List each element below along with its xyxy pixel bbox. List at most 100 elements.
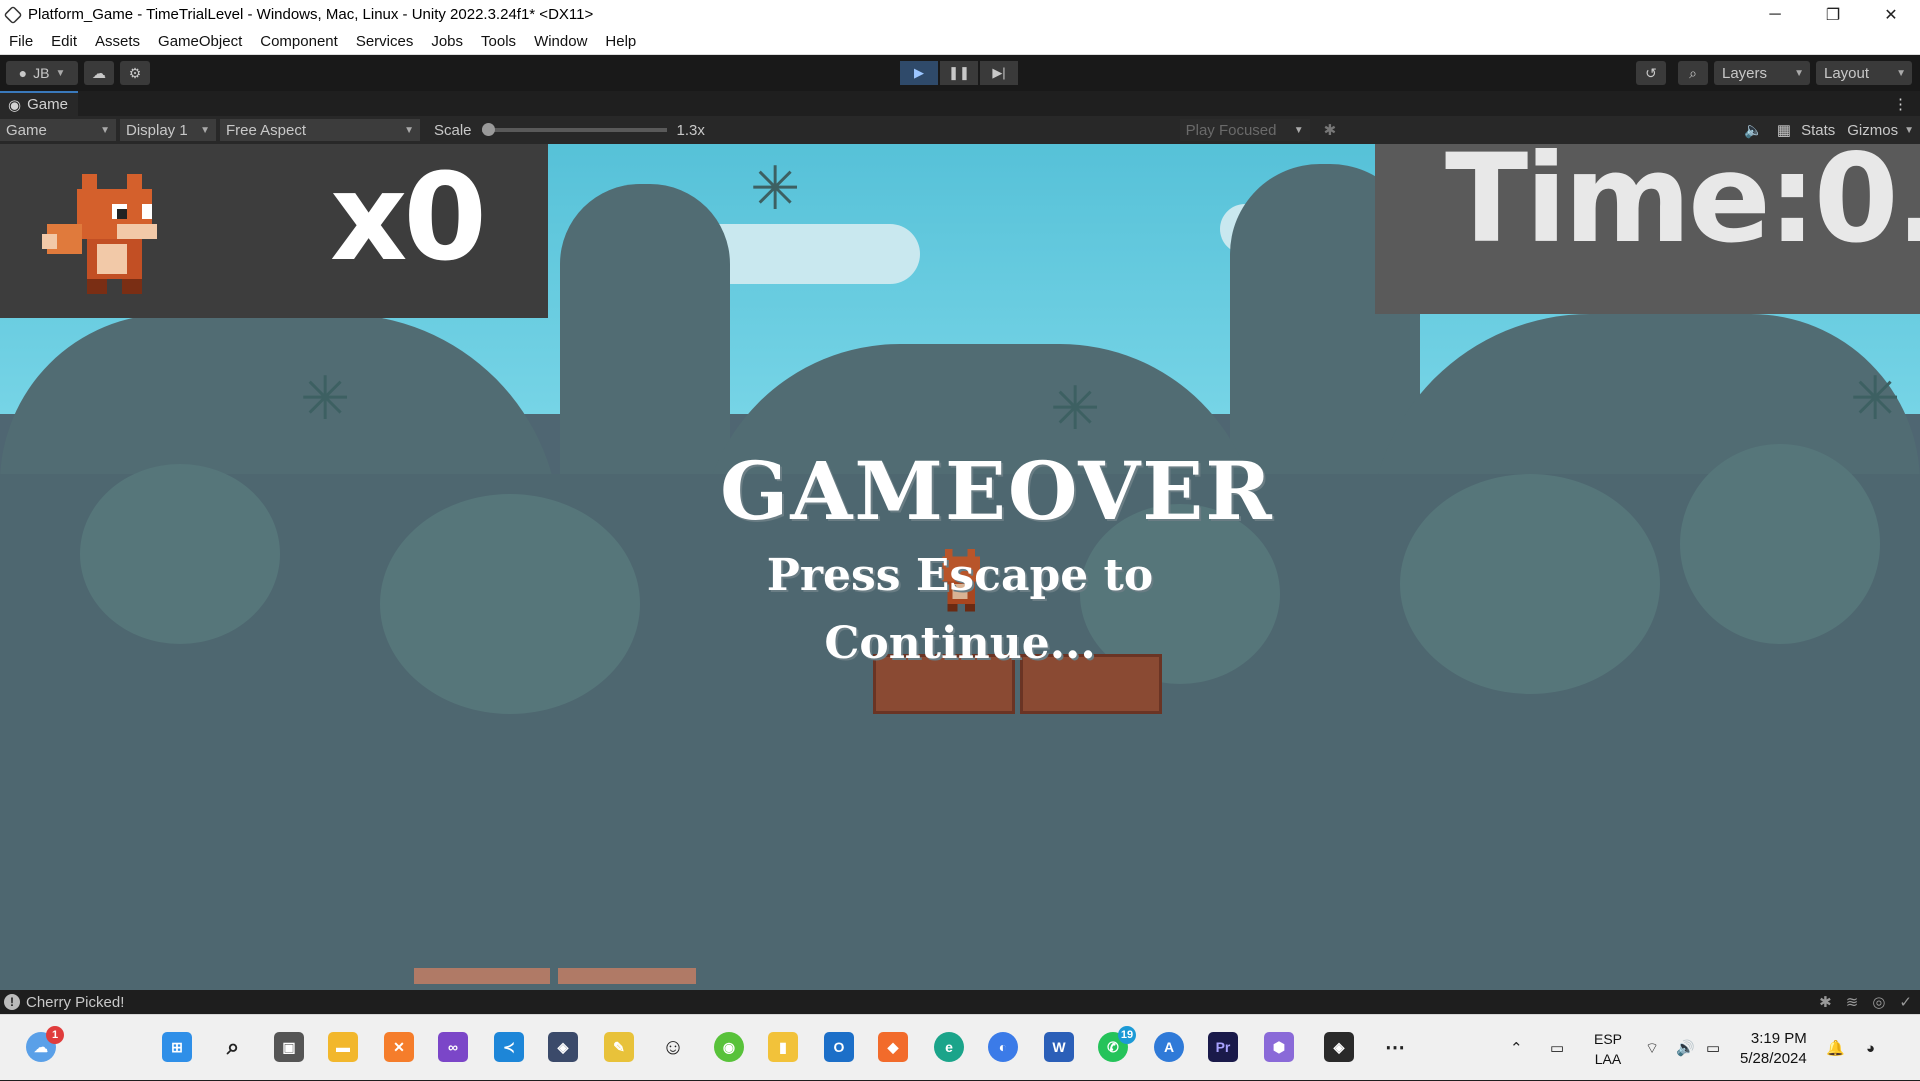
- scale-slider-handle[interactable]: [481, 123, 495, 136]
- search-icon[interactable]: ⌕: [218, 1032, 248, 1062]
- layers-dropdown[interactable]: Layers ▼: [1714, 61, 1810, 85]
- foliage: [380, 494, 640, 714]
- console-status-bar[interactable]: ! Cherry Picked! ✱ ≋ ◎ ✓: [0, 990, 1920, 1014]
- menu-file[interactable]: File: [0, 33, 42, 50]
- display-dropdown[interactable]: Display 1 ▼: [120, 119, 216, 141]
- menu-assets[interactable]: Assets: [86, 33, 149, 50]
- file-explorer-icon[interactable]: ▬: [328, 1032, 358, 1062]
- menu-jobs[interactable]: Jobs: [422, 33, 472, 50]
- word-icon[interactable]: W: [1044, 1032, 1074, 1062]
- layout-dropdown[interactable]: Layout ▼: [1816, 61, 1912, 85]
- playmode-controls: ▶ ❚❚ ▶|: [900, 61, 1018, 85]
- tablet-icon[interactable]: ▭: [1550, 1015, 1564, 1081]
- game-mode-dropdown[interactable]: Game ▼: [0, 119, 116, 141]
- app-store-icon[interactable]: A: [1154, 1032, 1184, 1062]
- keyboard-icon[interactable]: ▦: [1777, 121, 1791, 139]
- premiere-icon[interactable]: Pr: [1208, 1032, 1238, 1062]
- history-button[interactable]: ↺: [1636, 61, 1666, 85]
- menu-window[interactable]: Window: [525, 33, 596, 50]
- whatsapp-badge: 19: [1118, 1026, 1136, 1044]
- copilot-icon[interactable]: ◕: [1866, 1015, 1875, 1081]
- more-options-icon[interactable]: ⋮: [1893, 95, 1908, 113]
- foliage: [1680, 444, 1880, 644]
- check-icon[interactable]: ✓: [1899, 993, 1912, 1011]
- start-icon[interactable]: ⊞: [162, 1032, 192, 1062]
- palm-tree: ✳: [300, 365, 351, 432]
- duolingo-icon[interactable]: ◉: [714, 1032, 744, 1062]
- menu-component[interactable]: Component: [251, 33, 347, 50]
- emoji-app-icon[interactable]: ☺: [658, 1032, 688, 1062]
- game-mode-label: Game: [6, 121, 47, 139]
- play-icon: ▶: [914, 65, 924, 80]
- volume-icon[interactable]: 🔊: [1676, 1015, 1695, 1081]
- cloud-button[interactable]: ☁: [84, 61, 114, 85]
- weather-badge: 1: [46, 1026, 64, 1044]
- minimize-button[interactable]: ─: [1746, 0, 1804, 29]
- palm-tree: ✳: [750, 155, 801, 222]
- pause-button[interactable]: ❚❚: [940, 61, 978, 85]
- ground-platform: [414, 968, 550, 984]
- search-icon: ⌕: [1689, 64, 1697, 81]
- layers-icon[interactable]: ≋: [1846, 993, 1859, 1011]
- aspect-dropdown[interactable]: Free Aspect ▼: [220, 119, 420, 141]
- game-viewport[interactable]: ✳ ✳ ✳ ✳ x0 Time:0.0: [0, 144, 1920, 990]
- mute-audio-icon[interactable]: 🔈: [1744, 121, 1763, 139]
- menu-bar: File Edit Assets GameObject Component Se…: [0, 29, 1920, 55]
- editor-tabbar: ◉ Game ⋮: [0, 91, 1920, 116]
- play-button[interactable]: ▶: [900, 61, 938, 85]
- account-dropdown[interactable]: ● JB ▼: [6, 61, 78, 85]
- chevron-down-icon[interactable]: ▼: [1904, 125, 1914, 136]
- gear-icon: ⚙: [128, 64, 142, 81]
- step-button[interactable]: ▶|: [980, 61, 1018, 85]
- task-view-icon[interactable]: ▣: [274, 1032, 304, 1062]
- menu-edit[interactable]: Edit: [42, 33, 86, 50]
- bug-icon[interactable]: ✱: [1324, 121, 1337, 139]
- cloud-icon: ☁: [92, 64, 106, 81]
- scale-slider[interactable]: [481, 123, 667, 136]
- menu-services[interactable]: Services: [347, 33, 423, 50]
- tab-game-label: Game: [27, 96, 68, 113]
- menu-help[interactable]: Help: [596, 33, 645, 50]
- vscode-icon[interactable]: ≺: [494, 1032, 524, 1062]
- edge-icon[interactable]: e: [934, 1032, 964, 1062]
- palm-tree: ✳: [1850, 365, 1901, 432]
- whatsapp-icon[interactable]: ✆ 19: [1098, 1026, 1136, 1062]
- stats-button[interactable]: Stats: [1801, 122, 1835, 139]
- tab-game[interactable]: ◉ Game: [0, 91, 78, 116]
- outlook-icon[interactable]: O: [824, 1032, 854, 1062]
- unity-taskbar-icon[interactable]: ◈: [1324, 1032, 1354, 1062]
- game-view-toolbar: Game ▼ Display 1 ▼ Free Aspect ▼ Scale 1…: [0, 116, 1920, 144]
- firefox-icon[interactable]: ◐: [988, 1032, 1018, 1062]
- power-bi-icon[interactable]: ▮: [768, 1032, 798, 1062]
- tray-chevron-icon[interactable]: ⌃: [1510, 1015, 1523, 1081]
- notification-icon[interactable]: 🔔: [1826, 1015, 1845, 1081]
- main-toolbar: ● JB ▼ ☁ ⚙ ▶ ❚❚ ▶| ↺ ⌕ Layers ▼ Layout ▼: [0, 55, 1920, 91]
- close-button[interactable]: ✕: [1862, 0, 1920, 29]
- more-icon[interactable]: ⋯: [1380, 1032, 1410, 1062]
- network-icon[interactable]: ◎: [1872, 993, 1885, 1011]
- menu-tools[interactable]: Tools: [472, 33, 525, 50]
- aspect-label: Free Aspect: [226, 121, 307, 139]
- search-button[interactable]: ⌕: [1678, 61, 1708, 85]
- cherry-count: x0: [330, 149, 487, 288]
- scale-value: 1.3x: [676, 121, 705, 139]
- collab-button[interactable]: ⚙: [120, 61, 150, 85]
- brave-icon[interactable]: ◆: [878, 1032, 908, 1062]
- weather-icon[interactable]: ☁ 1: [26, 1026, 64, 1062]
- menu-gameobject[interactable]: GameObject: [149, 33, 251, 50]
- debug-icon[interactable]: ✱: [1819, 993, 1832, 1011]
- wifi-icon[interactable]: ⌔: [1645, 1015, 1659, 1081]
- paint-icon[interactable]: ✎: [604, 1032, 634, 1062]
- hud-timer-panel: Time:0.0: [1375, 144, 1920, 314]
- battery-icon[interactable]: ▭: [1706, 1015, 1720, 1081]
- language-indicator[interactable]: ESP LAA: [1594, 1029, 1622, 1069]
- app-cube-icon[interactable]: ⬢: [1264, 1032, 1294, 1062]
- restore-button[interactable]: ❐: [1804, 0, 1862, 29]
- gizmos-button[interactable]: Gizmos: [1847, 122, 1898, 139]
- account-icon: ●: [18, 65, 28, 81]
- clock[interactable]: 3:19 PM 5/28/2024: [1740, 1029, 1807, 1069]
- play-focused-dropdown[interactable]: Play Focused ▼: [1179, 119, 1310, 141]
- xampp-icon[interactable]: ✕: [384, 1032, 414, 1062]
- app-icon[interactable]: ◈: [548, 1032, 578, 1062]
- visual-studio-icon[interactable]: ∞: [438, 1032, 468, 1062]
